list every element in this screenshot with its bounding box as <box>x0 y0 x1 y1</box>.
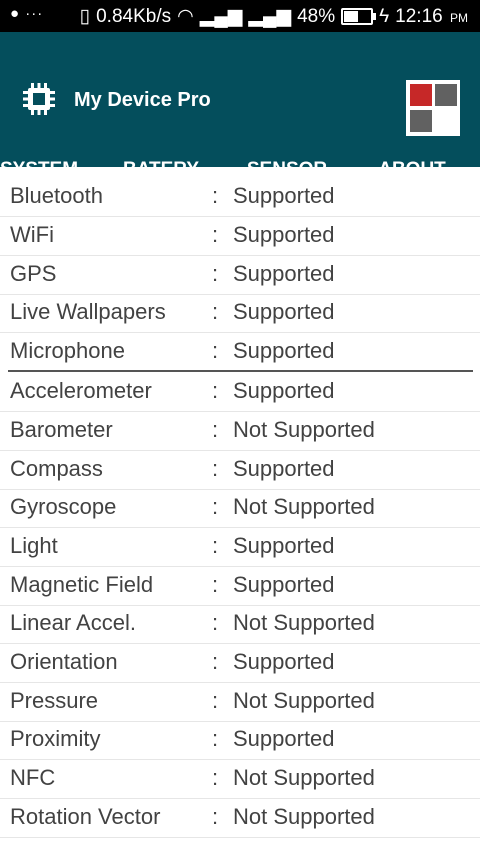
feature-status: Supported <box>233 726 335 751</box>
feature-name: NFC <box>10 765 56 790</box>
feature-name: Light <box>10 533 58 558</box>
logo-square <box>435 84 457 106</box>
list-item: Pressure: Not Supported <box>0 682 480 722</box>
feature-status: Not Supported <box>233 417 375 442</box>
feature-name: Proximity <box>10 726 101 751</box>
feature-status: Supported <box>233 456 335 481</box>
list-item: NFC: Not Supported <box>0 759 480 799</box>
feature-status: Not Supported <box>233 610 375 635</box>
feature-status: Supported <box>233 183 335 208</box>
feature-status: Supported <box>233 222 335 247</box>
separator: : <box>212 765 219 790</box>
feature-name: Pressure <box>10 688 99 713</box>
separator: : <box>212 533 219 558</box>
app-bar: My Device Pro SYSTEM BATERY SENSOR ABOUT <box>0 32 480 199</box>
feature-name: Compass <box>10 456 103 481</box>
feature-status: Not Supported <box>233 688 375 713</box>
separator: : <box>212 417 219 442</box>
list-item: GPS: Supported <box>0 255 480 295</box>
feature-name: Live Wallpapers <box>10 299 166 324</box>
separator: : <box>212 222 219 247</box>
separator: : <box>212 494 219 519</box>
list-item: Compass: Supported <box>0 450 480 490</box>
list-item: WiFi: Supported <box>0 216 480 256</box>
feature-status: Not Supported <box>233 765 375 790</box>
list-item: Proximity: Supported <box>0 720 480 760</box>
status-right: ▯ 0.84Kb/s ◠ ▂▄▆ ▂▄▆ 48% ϟ 12:16 PM <box>80 5 468 28</box>
feature-status: Supported <box>233 649 335 674</box>
signal-icon: ▂▄▆ <box>248 6 292 27</box>
logo-square <box>410 110 432 132</box>
feature-name: Linear Accel. <box>10 610 136 635</box>
list-item: Magnetic Field: Supported <box>0 566 480 606</box>
separator: : <box>212 726 219 751</box>
list-item: Microphone: Supported <box>0 332 480 371</box>
feature-status: Supported <box>233 261 335 286</box>
separator: : <box>212 804 219 829</box>
separator: : <box>212 299 219 324</box>
feature-status: Supported <box>233 338 335 363</box>
feature-name: GPS <box>10 261 57 286</box>
feature-status: Supported <box>233 378 335 403</box>
vibrate-icon: ▯ <box>79 6 91 27</box>
list-item: Rotation Vector: Not Supported <box>0 798 480 838</box>
feature-status: Not Supported <box>233 494 375 519</box>
separator: : <box>212 261 219 286</box>
battery-icon <box>341 8 377 25</box>
list-item: Orientation: Supported <box>0 643 480 683</box>
wifi-icon: ◠ <box>177 6 194 27</box>
separator: : <box>212 688 219 713</box>
logo-square <box>410 84 432 106</box>
list-item: Accelerometer: Supported <box>0 372 480 412</box>
separator: : <box>212 338 219 363</box>
feature-name: WiFi <box>10 222 54 247</box>
charging-icon: ϟ <box>379 5 390 27</box>
separator: : <box>212 378 219 403</box>
feature-status: Supported <box>233 299 335 324</box>
feature-name: Accelerometer <box>10 378 152 403</box>
app-title: My Device Pro <box>74 89 211 111</box>
feature-name: Rotation Vector <box>10 804 161 829</box>
android-icon: ● <box>10 5 21 22</box>
section-divider <box>8 370 473 372</box>
battery-percent: 48% <box>297 5 336 27</box>
list-item: Linear Accel.: Not Supported <box>0 604 480 644</box>
separator: : <box>212 456 219 481</box>
feature-name: Magnetic Field <box>10 572 154 597</box>
clock: 12:16 PM <box>395 5 468 27</box>
feature-name: Bluetooth <box>10 183 103 208</box>
list-item: Gyroscope: Not Supported <box>0 488 480 528</box>
feature-status: Supported <box>233 533 335 558</box>
feature-status: Supported <box>233 572 335 597</box>
separator: : <box>212 649 219 674</box>
separator: : <box>212 610 219 635</box>
feature-name: Orientation <box>10 649 118 674</box>
status-left-icons: ● ··· <box>10 5 43 22</box>
feature-name: Microphone <box>10 338 125 363</box>
feature-name: Barometer <box>10 417 113 442</box>
list-item: Barometer: Not Supported <box>0 411 480 451</box>
list-item: Bluetooth: Supported <box>0 177 480 217</box>
signal-icon: ▂▄▆ <box>199 6 243 27</box>
status-bar: ● ··· ▯ 0.84Kb/s ◠ ▂▄▆ ▂▄▆ 48% ϟ 12:16 P… <box>0 0 480 32</box>
list-item: Light: Supported <box>0 527 480 567</box>
separator: : <box>212 572 219 597</box>
app-logo[interactable] <box>406 80 460 136</box>
chip-icon <box>23 83 55 115</box>
network-speed: 0.84Kb/s <box>96 5 172 27</box>
feature-name: Gyroscope <box>10 494 117 519</box>
list-item: Live Wallpapers: Supported <box>0 293 480 333</box>
more-icon: ··· <box>25 5 44 22</box>
separator: : <box>212 183 219 208</box>
feature-status: Not Supported <box>233 804 375 829</box>
